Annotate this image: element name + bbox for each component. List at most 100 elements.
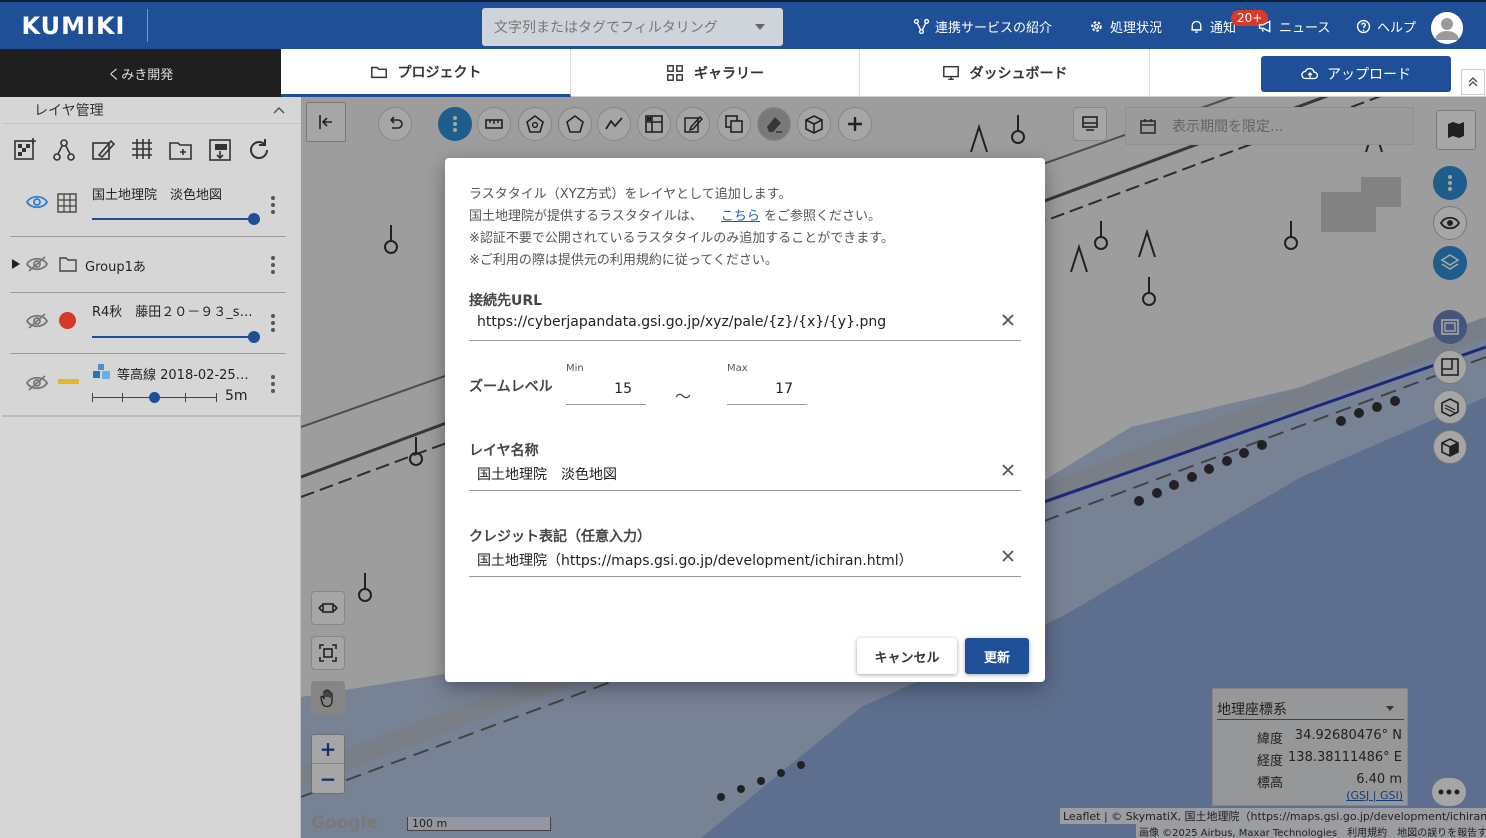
tab-dashboard-label: ダッシュボード bbox=[969, 66, 1068, 82]
nav-help[interactable]: ヘルプ bbox=[1355, 2, 1416, 51]
zoom-max-caption: Max bbox=[727, 363, 748, 374]
nav-processing-status[interactable]: 処理状況 bbox=[1088, 2, 1162, 51]
share-icon bbox=[913, 18, 930, 35]
layer-management-panel: レイヤ管理 国土地理院 淡色地図 Group1あ R4秋 藤田２０－９３_s… … bbox=[2, 97, 301, 417]
url-value: https://cyberjapandata.gsi.go.jp/xyz/pal… bbox=[477, 314, 887, 330]
zoom-min-value: 15 bbox=[614, 381, 632, 397]
eye-off-icon[interactable] bbox=[26, 256, 48, 272]
upload-label: アップロード bbox=[1327, 67, 1411, 83]
grid-icon bbox=[667, 65, 683, 81]
layer-group-item[interactable]: Group1あ bbox=[10, 237, 286, 293]
clear-icon[interactable] bbox=[1001, 313, 1015, 327]
nav-integrations-label: 連携サービスの紹介 bbox=[935, 21, 1053, 36]
desc-line: ※ご利用の際は提供元の利用規約に従ってください。 bbox=[469, 253, 778, 268]
upload-button[interactable]: アップロード bbox=[1261, 56, 1451, 92]
filter-search-input[interactable]: 文字列またはタグでフィルタリング bbox=[482, 8, 783, 46]
slider-handle[interactable] bbox=[248, 213, 260, 225]
credit-field[interactable]: 国土地理院（https://maps.gsi.go.jp/development… bbox=[469, 543, 1021, 577]
add-raster-tile-dialog: ラスタタイル（XYZ方式）をレイヤとして追加します。 国土地理院が提供するラスタ… bbox=[445, 158, 1045, 682]
slider-handle[interactable] bbox=[248, 331, 260, 343]
zoom-range-separator: 〜 bbox=[675, 387, 692, 406]
zoom-max-value: 17 bbox=[775, 381, 793, 397]
slider-tick bbox=[92, 393, 93, 402]
opacity-slider[interactable] bbox=[92, 336, 254, 338]
tab-dashboard[interactable]: ダッシュボード bbox=[860, 49, 1150, 97]
user-icon bbox=[1431, 12, 1463, 44]
app-header: KUMIKI 文字列またはタグでフィルタリング 連携サービスの紹介 処理状況 通… bbox=[0, 0, 1486, 49]
layer-panel-title: レイヤ管理 bbox=[34, 103, 104, 119]
raster-grid-icon bbox=[57, 193, 77, 213]
layer-name-value: 国土地理院 淡色地図 bbox=[477, 467, 617, 483]
organization-name[interactable]: くみき開発 bbox=[0, 49, 281, 97]
chevron-down-icon bbox=[755, 24, 765, 30]
collapse-header-button[interactable] bbox=[1461, 69, 1485, 95]
desc-line: ※認証不要で公開されているラスタタイルのみ追加することができます。 bbox=[469, 231, 894, 246]
monitor-icon bbox=[942, 65, 959, 81]
add-raster-tile-icon[interactable] bbox=[12, 137, 38, 163]
credit-value: 国土地理院（https://maps.gsi.go.jp/development… bbox=[477, 553, 913, 569]
user-avatar[interactable] bbox=[1431, 12, 1463, 44]
double-chevron-up-icon bbox=[1468, 77, 1478, 87]
megaphone-icon bbox=[1258, 20, 1271, 33]
line-color-swatch bbox=[58, 379, 79, 384]
eye-icon[interactable] bbox=[26, 194, 48, 210]
add-folder-icon[interactable] bbox=[168, 137, 194, 163]
layer-item[interactable]: R4秋 藤田２０－９３_s… bbox=[10, 293, 286, 354]
url-field[interactable]: https://cyberjapandata.gsi.go.jp/xyz/pal… bbox=[469, 307, 1021, 341]
gsi-tiles-link[interactable]: こちら bbox=[721, 209, 760, 224]
zoom-level-label: ズームレベル bbox=[469, 379, 553, 395]
tab-project[interactable]: プロジェクト bbox=[281, 49, 571, 97]
clear-icon[interactable] bbox=[1001, 463, 1015, 477]
eye-off-icon[interactable] bbox=[26, 375, 48, 391]
slider-tick bbox=[185, 393, 186, 402]
search-placeholder: 文字列またはタグでフィルタリング bbox=[494, 20, 718, 36]
cubes-3d-icon bbox=[93, 364, 110, 379]
update-button[interactable]: 更新 bbox=[965, 638, 1029, 674]
slider-tick bbox=[216, 393, 217, 402]
zoom-min-field[interactable]: Min 15 bbox=[566, 363, 646, 405]
folder-icon bbox=[59, 257, 77, 272]
more-vert-icon[interactable] bbox=[271, 375, 275, 396]
nav-help-label: ヘルプ bbox=[1377, 21, 1417, 36]
cancel-button[interactable]: キャンセル bbox=[857, 638, 957, 674]
slider-tick bbox=[122, 393, 123, 402]
point-color-swatch bbox=[59, 312, 76, 329]
tab-project-label: プロジェクト bbox=[397, 64, 482, 81]
refresh-icon[interactable] bbox=[246, 137, 272, 163]
layer-toolbar bbox=[12, 137, 272, 163]
more-vert-icon[interactable] bbox=[271, 196, 275, 217]
more-vert-icon[interactable] bbox=[271, 256, 275, 277]
expand-arrow-icon[interactable] bbox=[12, 259, 20, 269]
nav-news[interactable]: ニュース bbox=[1257, 2, 1330, 51]
tab-gallery[interactable]: ギャラリー bbox=[571, 49, 860, 97]
layer-name-field[interactable]: 国土地理院 淡色地図 bbox=[469, 457, 1021, 491]
dialog-description: ラスタタイル（XYZ方式）をレイヤとして追加します。 国土地理院が提供するラスタ… bbox=[469, 184, 894, 272]
eye-off-icon[interactable] bbox=[26, 313, 48, 329]
app-logo[interactable]: KUMIKI bbox=[0, 9, 148, 42]
add-drawing-layer-icon[interactable] bbox=[90, 137, 116, 163]
layer-name: R4秋 藤田２０－９３_s… bbox=[92, 305, 253, 320]
nav-notifications[interactable]: 通知 bbox=[1188, 2, 1236, 51]
layer-name: Group1あ bbox=[85, 260, 146, 275]
desc-text: 国土地理院が提供するラスタタイルは、 bbox=[469, 209, 703, 224]
add-point-layer-icon[interactable] bbox=[51, 137, 77, 163]
clear-icon[interactable] bbox=[1001, 549, 1015, 563]
gear-icon bbox=[1091, 21, 1102, 32]
zoom-max-field[interactable]: Max 17 bbox=[727, 363, 807, 405]
import-csv-icon[interactable] bbox=[207, 137, 233, 163]
folder-icon bbox=[370, 66, 387, 78]
nav-integrations[interactable]: 連携サービスの紹介 bbox=[913, 2, 1052, 51]
opacity-slider[interactable] bbox=[92, 218, 254, 220]
layer-item[interactable]: 国土地理院 淡色地図 bbox=[10, 175, 286, 237]
nav-processing-label: 処理状況 bbox=[1110, 21, 1163, 36]
desc-line: 国土地理院が提供するラスタタイルは、 こちら をご参照ください。 bbox=[469, 206, 894, 228]
more-vert-icon[interactable] bbox=[271, 314, 275, 335]
help-icon bbox=[1356, 19, 1371, 34]
layer-name: 国土地理院 淡色地図 bbox=[92, 188, 223, 203]
chevron-up-icon[interactable] bbox=[273, 106, 285, 114]
slider-handle[interactable] bbox=[149, 392, 160, 403]
tab-gallery-label: ギャラリー bbox=[694, 66, 764, 82]
layer-panel-header[interactable]: レイヤ管理 bbox=[2, 97, 301, 124]
layer-item[interactable]: 等高線 2018-02-25… 5m bbox=[10, 354, 286, 414]
add-grid-layer-icon[interactable] bbox=[129, 137, 155, 163]
